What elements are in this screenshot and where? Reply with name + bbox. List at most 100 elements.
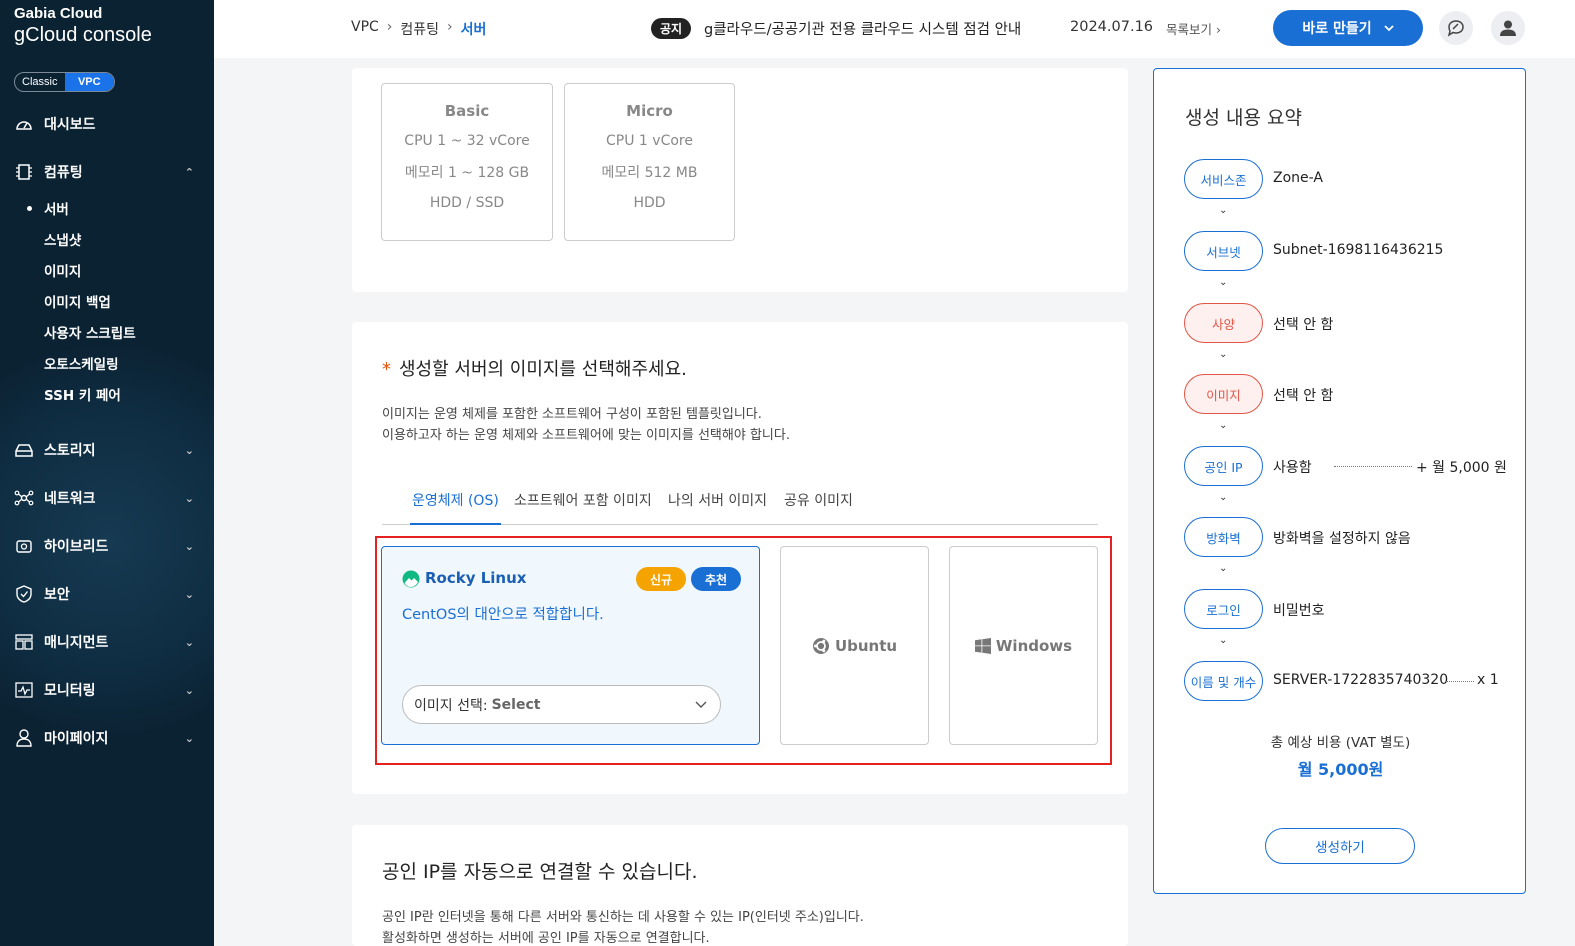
notice-list-label: 목록보기 — [1166, 22, 1213, 37]
step-subnet-value: Subnet-1698116436215 — [1273, 242, 1444, 258]
sidebar-item-label: 마이페이지 — [44, 731, 109, 747]
sidebar-sub-user-script[interactable]: 사용자 스크립트 — [44, 322, 136, 342]
step-count-value: x 1 — [1477, 672, 1499, 688]
sidebar-item-dashboard[interactable]: 대시보드 — [14, 114, 204, 134]
os-description: CentOS의 대안으로 적합합니다. — [402, 607, 604, 623]
image-tabs: 운영체제 (OS) 소프트웨어 포함 이미지 나의 서버 이미지 공유 이미지 — [382, 480, 1098, 525]
step-image-value: 선택 안 함 — [1273, 388, 1334, 404]
chevron-down-icon: ⌄ — [1219, 563, 1228, 574]
sidebar-item-storage[interactable]: 스토리지 ⌄ — [14, 440, 204, 460]
sidebar-sub-snapshot[interactable]: 스냅샷 — [44, 229, 81, 249]
sidebar: Gabia Cloud gCloud console Classic VPC 대… — [0, 0, 214, 946]
breadcrumb-server: 서버 — [460, 22, 487, 38]
management-icon — [14, 632, 34, 652]
toggle-classic[interactable]: Classic — [15, 73, 65, 91]
quick-create-button[interactable]: 바로 만들기 — [1273, 10, 1423, 46]
sidebar-item-monitoring[interactable]: 모니터링 ⌄ — [14, 680, 204, 700]
sidebar-sub-image-backup[interactable]: 이미지 백업 — [44, 291, 111, 311]
breadcrumb-compute[interactable]: 컴퓨팅 — [400, 19, 439, 39]
step-zone[interactable]: 서비스존 — [1184, 159, 1263, 199]
step-image[interactable]: 이미지 — [1184, 374, 1263, 414]
tab-my-server-image[interactable]: 나의 서버 이미지 — [668, 490, 767, 510]
step-firewall[interactable]: 방화벽 — [1184, 517, 1263, 557]
tab-shared-image[interactable]: 공유 이미지 — [784, 490, 853, 510]
sidebar-item-label: 하이브리드 — [44, 539, 109, 555]
chevron-down-icon: ⌄ — [1219, 420, 1228, 431]
sidebar-sub-image[interactable]: 이미지 — [44, 260, 81, 280]
public-ip-desc-2: 활성화하면 생성하는 서버에 공인 IP를 자동으로 연결합니다. — [382, 931, 710, 946]
image-section-desc-1: 이미지는 운영 체제를 포함한 소프트웨어 구성이 포함된 템플릿입니다. — [382, 407, 762, 422]
step-login-value: 비밀번호 — [1273, 603, 1325, 619]
spec-disk: HDD / SSD — [429, 195, 505, 211]
step-zone-value: Zone-A — [1273, 170, 1323, 186]
chevron-down-icon: ⌄ — [184, 587, 194, 601]
os-card-ubuntu[interactable]: Ubuntu — [780, 546, 929, 745]
step-spec-value: 선택 안 함 — [1273, 317, 1334, 333]
sidebar-item-security[interactable]: 보안 ⌄ — [14, 584, 204, 604]
sidebar-item-label: 매니지먼트 — [44, 635, 109, 651]
chevron-down-icon: ⌄ — [184, 491, 194, 505]
step-firewall-value: 방화벽을 설정하지 않음 — [1273, 531, 1411, 547]
spec-option-micro[interactable]: Micro CPU 1 vCore 메모리 512 MB HDD — [564, 83, 735, 241]
sidebar-item-management[interactable]: 매니지먼트 ⌄ — [14, 632, 204, 652]
chevron-up-icon: ⌃ — [184, 165, 194, 179]
image-section-title: * 생성할 서버의 이미지를 선택해주세요. — [382, 355, 687, 381]
toggle-vpc[interactable]: VPC — [64, 73, 114, 91]
step-login[interactable]: 로그인 — [1184, 589, 1263, 629]
storage-icon — [14, 440, 34, 460]
notice-text[interactable]: g클라우드/공공기관 전용 클라우드 시스템 점검 안내 — [704, 18, 1021, 39]
tab-software-image[interactable]: 소프트웨어 포함 이미지 — [514, 490, 652, 510]
dotted-leader — [1334, 466, 1412, 467]
quick-create-label: 바로 만들기 — [1302, 21, 1372, 37]
breadcrumb-separator: › — [386, 19, 393, 35]
tab-os[interactable]: 운영체제 (OS) — [410, 490, 501, 525]
chevron-down-icon: ⌄ — [184, 443, 194, 457]
dotted-leader — [1446, 681, 1474, 682]
chevron-down-icon: ⌄ — [184, 731, 194, 745]
sidebar-item-network[interactable]: 네트워크 ⌄ — [14, 488, 204, 508]
profile-button[interactable] — [1491, 11, 1525, 45]
chevron-down-icon: ⌄ — [1219, 205, 1228, 216]
feedback-button[interactable] — [1439, 11, 1473, 45]
hybrid-icon — [14, 536, 34, 556]
public-ip-desc-1: 공인 IP란 인터넷을 통해 다른 서버와 통신하는 데 사용할 수 있는 IP… — [382, 910, 864, 925]
spec-title: Micro — [626, 102, 673, 120]
sidebar-sub-server[interactable]: 서버 — [27, 198, 69, 218]
step-name-value: SERVER-1722835740320 — [1273, 672, 1449, 688]
image-select-value: Select — [491, 696, 541, 713]
chevron-down-icon: ⌄ — [1219, 349, 1228, 360]
notice-list-link[interactable]: 목록보기 › — [1166, 19, 1221, 38]
os-name: Rocky Linux — [425, 569, 527, 587]
breadcrumb-vpc[interactable]: VPC — [351, 19, 379, 39]
step-public-ip[interactable]: 공인 IP — [1184, 446, 1263, 486]
sidebar-sub-ssh-keypair[interactable]: SSH 키 페어 — [44, 384, 121, 404]
sidebar-item-label: 스토리지 — [44, 443, 96, 459]
classic-vpc-toggle[interactable]: Classic VPC — [14, 72, 115, 92]
os-card-windows[interactable]: Windows — [949, 546, 1098, 745]
sidebar-item-mypage[interactable]: 마이페이지 ⌄ — [14, 728, 204, 748]
step-spec[interactable]: 사양 — [1184, 303, 1263, 343]
sidebar-sub-autoscaling[interactable]: 오토스케일링 — [44, 353, 119, 373]
windows-icon — [974, 637, 991, 654]
sidebar-item-hybrid[interactable]: 하이브리드 ⌄ — [14, 536, 204, 556]
os-card-label: Ubuntu — [834, 636, 898, 655]
console-logo[interactable]: gCloud console — [14, 24, 152, 47]
sidebar-item-compute[interactable]: 컴퓨팅 ⌃ — [14, 162, 204, 182]
chevron-down-icon: ⌄ — [1219, 492, 1228, 503]
sidebar-item-label: 대시보드 — [44, 117, 96, 133]
brand-name: Gabia Cloud — [14, 5, 103, 22]
step-subnet[interactable]: 서브넷 — [1184, 231, 1263, 271]
notice-badge: 공지 — [651, 18, 692, 39]
spec-cpu: CPU 1 vCore — [606, 133, 693, 149]
spec-memory: 메모리 512 MB — [601, 165, 698, 181]
image-select-dropdown[interactable]: 이미지 선택: Select — [402, 685, 721, 724]
step-name-count[interactable]: 이름 및 개수 — [1184, 661, 1263, 701]
chevron-down-icon: ⌄ — [184, 539, 194, 553]
spec-memory: 메모리 1 ~ 128 GB — [404, 165, 530, 181]
shield-icon — [14, 584, 34, 604]
chip-icon — [14, 162, 34, 182]
spec-option-basic[interactable]: Basic CPU 1 ~ 32 vCore 메모리 1 ~ 128 GB HD… — [381, 83, 553, 241]
create-server-button[interactable]: 생성하기 — [1265, 828, 1415, 864]
os-card-label: Windows — [995, 636, 1073, 655]
sidebar-item-label: 모니터링 — [44, 683, 96, 699]
